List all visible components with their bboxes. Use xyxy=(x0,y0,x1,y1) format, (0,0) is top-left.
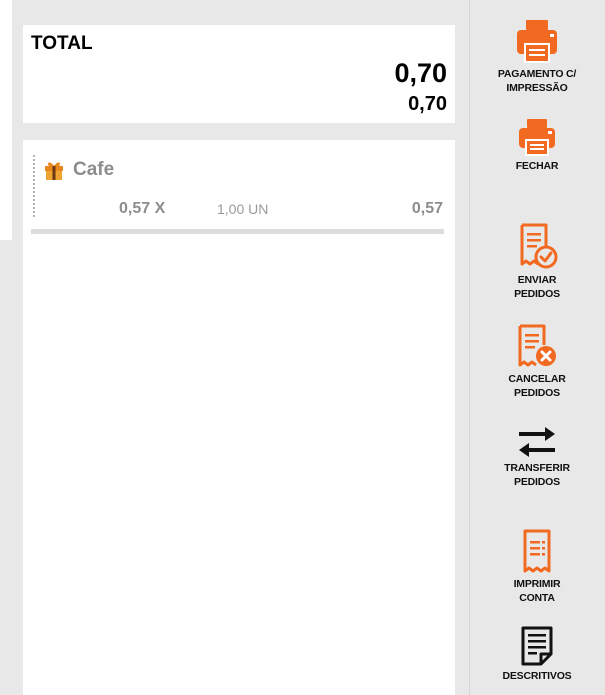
receipt-icon xyxy=(520,528,554,574)
transfer-orders-label: TRANSFERIR PEDIDOS xyxy=(504,462,570,488)
document-list-icon xyxy=(519,626,555,666)
transfer-arrows-icon xyxy=(515,426,559,458)
printer-icon xyxy=(517,118,557,156)
receipt-check-icon xyxy=(516,222,558,270)
send-orders-button[interactable]: ENVIAR PEDIDOS xyxy=(469,222,605,301)
close-label: FECHAR xyxy=(515,160,559,172)
item-unit-price: 0,57 X xyxy=(119,200,166,217)
drag-handle[interactable] xyxy=(33,155,36,217)
total-subtotal: 0,70 xyxy=(408,93,447,115)
descriptions-label: DESCRITIVOS xyxy=(502,670,572,682)
left-edge xyxy=(0,0,12,240)
printer-icon xyxy=(515,18,559,64)
print-bill-label: IMPRIMIR CONTA xyxy=(513,578,561,604)
item-quantity: 1,00 UN xyxy=(217,201,269,217)
gift-icon xyxy=(43,159,65,181)
order-items-list: Cafe 0,57 X 1,00 UN 0,57 xyxy=(23,140,455,695)
receipt-cancel-icon xyxy=(514,323,560,369)
item-divider xyxy=(31,229,444,234)
total-value: 0,70 xyxy=(394,58,447,88)
descriptions-button[interactable]: DESCRITIVOS xyxy=(469,626,605,683)
send-orders-label: ENVIAR PEDIDOS xyxy=(514,274,560,300)
list-item[interactable]: Cafe 0,57 X 1,00 UN 0,57 xyxy=(23,140,455,240)
payment-print-button[interactable]: PAGAMENTO C/ IMPRESSÃO xyxy=(469,18,605,95)
total-card: TOTAL 0,70 0,70 xyxy=(23,25,455,123)
cancel-orders-label: CANCELAR PEDIDOS xyxy=(508,373,566,399)
transfer-orders-button[interactable]: TRANSFERIR PEDIDOS xyxy=(469,426,605,489)
cancel-orders-button[interactable]: CANCELAR PEDIDOS xyxy=(469,323,605,400)
item-name: Cafe xyxy=(73,159,115,180)
item-line-total: 0,57 xyxy=(411,200,443,217)
total-label: TOTAL xyxy=(31,33,93,54)
close-button[interactable]: FECHAR xyxy=(469,118,605,173)
payment-print-label: PAGAMENTO C/ IMPRESSÃO xyxy=(497,68,577,94)
print-bill-button[interactable]: IMPRIMIR CONTA xyxy=(469,528,605,605)
